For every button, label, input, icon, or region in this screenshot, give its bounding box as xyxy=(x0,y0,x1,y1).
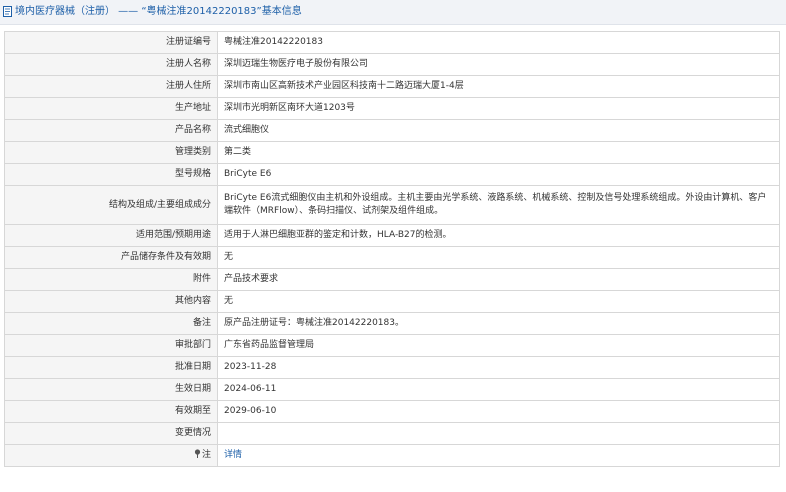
table-row: 管理类别 第二类 xyxy=(4,141,780,164)
row-value: 第二类 xyxy=(217,141,780,164)
table-row: 批准日期 2023-11-28 xyxy=(4,356,780,379)
row-value xyxy=(217,422,780,445)
row-label: 备注 xyxy=(4,312,218,335)
row-label: 变更情况 xyxy=(4,422,218,445)
table-row: 注册人住所 深圳市南山区高新技术产业园区科技南十二路迈瑞大厦1-4层 xyxy=(4,75,780,98)
row-label: 批准日期 xyxy=(4,356,218,379)
info-table-container: 注册证编号 粤械注准20142220183 注册人名称 深圳迈瑞生物医疗电子股份… xyxy=(4,31,780,467)
document-icon xyxy=(3,6,12,17)
note-label: 注 xyxy=(201,450,211,460)
note-label-cell: 注 xyxy=(4,444,218,467)
row-label: 适用范围/预期用途 xyxy=(4,224,218,247)
info-table-body: 注册证编号 粤械注准20142220183 注册人名称 深圳迈瑞生物医疗电子股份… xyxy=(4,31,780,467)
table-row: 有效期至 2029-06-10 xyxy=(4,400,780,423)
row-label: 审批部门 xyxy=(4,334,218,357)
row-label: 结构及组成/主要组成成分 xyxy=(4,185,218,225)
info-table: 注册证编号 粤械注准20142220183 注册人名称 深圳迈瑞生物医疗电子股份… xyxy=(4,31,780,467)
page-title: 境内医疗器械（注册） —— “粤械注准20142220183”基本信息 xyxy=(15,6,302,17)
table-row: 注册人名称 深圳迈瑞生物医疗电子股份有限公司 xyxy=(4,53,780,76)
table-row-note: 注 详情 xyxy=(4,444,780,467)
table-row: 生产地址 深圳市光明新区南环大道1203号 xyxy=(4,97,780,120)
row-label: 产品储存条件及有效期 xyxy=(4,246,218,269)
row-value: 流式细胞仪 xyxy=(217,119,780,142)
table-row: 适用范围/预期用途 适用于人淋巴细胞亚群的鉴定和计数，HLA-B27的检测。 xyxy=(4,224,780,247)
table-row: 产品名称 流式细胞仪 xyxy=(4,119,780,142)
row-value: 深圳市南山区高新技术产业园区科技南十二路迈瑞大厦1-4层 xyxy=(217,75,780,98)
row-value: 深圳市光明新区南环大道1203号 xyxy=(217,97,780,120)
row-value: 2023-11-28 xyxy=(217,356,780,379)
row-label: 有效期至 xyxy=(4,400,218,423)
details-link[interactable]: 详情 xyxy=(224,450,242,460)
row-value: 原产品注册证号：粤械注准20142220183。 xyxy=(217,312,780,335)
row-label: 附件 xyxy=(4,268,218,291)
table-row: 附件 产品技术要求 xyxy=(4,268,780,291)
row-label: 注册人住所 xyxy=(4,75,218,98)
table-row: 备注 原产品注册证号：粤械注准20142220183。 xyxy=(4,312,780,335)
table-row: 其他内容 无 xyxy=(4,290,780,313)
row-value: 适用于人淋巴细胞亚群的鉴定和计数，HLA-B27的检测。 xyxy=(217,224,780,247)
row-value: BriCyte E6 xyxy=(217,163,780,186)
row-value: 2024-06-11 xyxy=(217,378,780,401)
row-label: 其他内容 xyxy=(4,290,218,313)
row-value: 无 xyxy=(217,290,780,313)
row-value: 广东省药品监督管理局 xyxy=(217,334,780,357)
table-row: 产品储存条件及有效期 无 xyxy=(4,246,780,269)
row-label: 注册证编号 xyxy=(4,31,218,54)
row-value: 深圳迈瑞生物医疗电子股份有限公司 xyxy=(217,53,780,76)
row-label: 型号规格 xyxy=(4,163,218,186)
row-value: BriCyte E6流式细胞仪由主机和外设组成。主机主要由光学系统、液路系统、机… xyxy=(217,185,780,225)
row-label: 注册人名称 xyxy=(4,53,218,76)
table-row: 结构及组成/主要组成成分 BriCyte E6流式细胞仪由主机和外设组成。主机主… xyxy=(4,185,780,225)
row-value: 2029-06-10 xyxy=(217,400,780,423)
row-value: 无 xyxy=(217,246,780,269)
row-label: 产品名称 xyxy=(4,119,218,142)
table-row: 生效日期 2024-06-11 xyxy=(4,378,780,401)
row-value: 粤械注准20142220183 xyxy=(217,31,780,54)
page-header: 境内医疗器械（注册） —— “粤械注准20142220183”基本信息 xyxy=(0,0,786,25)
row-label: 管理类别 xyxy=(4,141,218,164)
table-row: 注册证编号 粤械注准20142220183 xyxy=(4,31,780,54)
note-value-cell: 详情 xyxy=(217,444,780,467)
table-row: 型号规格 BriCyte E6 xyxy=(4,163,780,186)
table-row: 变更情况 xyxy=(4,422,780,445)
row-label: 生效日期 xyxy=(4,378,218,401)
table-row: 审批部门 广东省药品监督管理局 xyxy=(4,334,780,357)
pin-icon xyxy=(194,449,201,458)
row-label: 生产地址 xyxy=(4,97,218,120)
row-value: 产品技术要求 xyxy=(217,268,780,291)
